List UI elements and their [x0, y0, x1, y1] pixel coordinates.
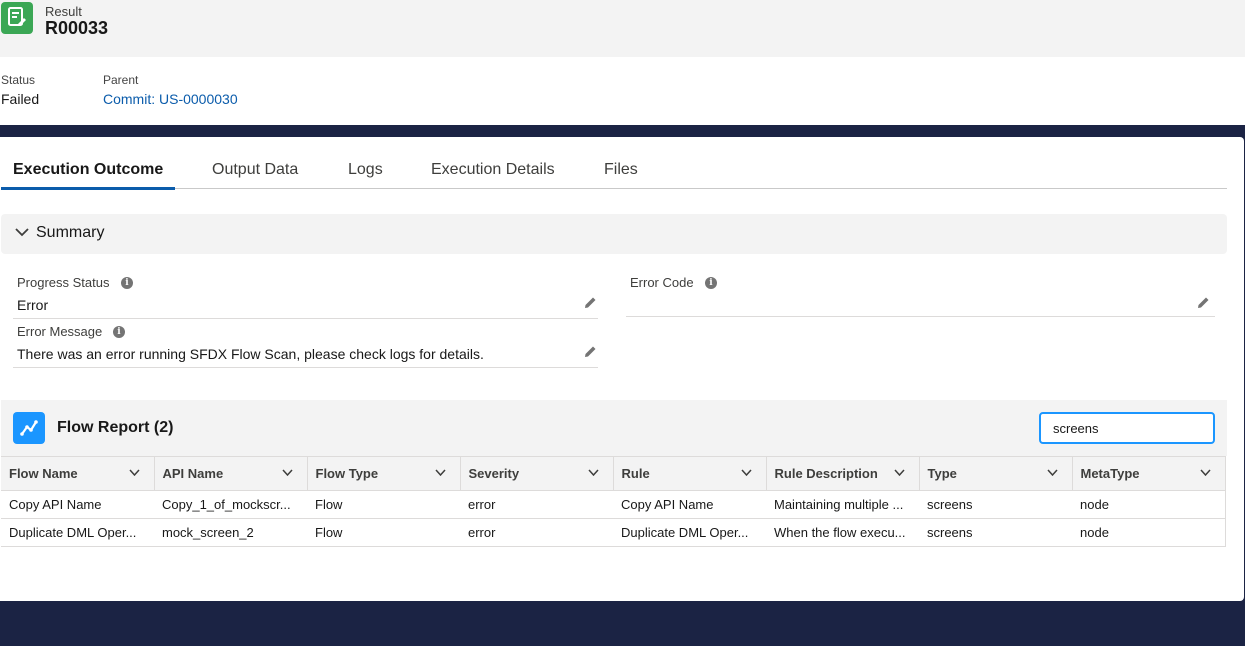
- flow-report-icon: [13, 412, 45, 444]
- column-header-label: Severity: [468, 466, 520, 481]
- table-cell: node: [1072, 518, 1226, 547]
- column-header[interactable]: Flow Name: [1, 456, 155, 491]
- progress-status-value: Error: [17, 297, 49, 313]
- column-header[interactable]: Rule Description: [766, 456, 920, 491]
- column-header-label: Rule Description: [774, 466, 878, 481]
- table-cell: Duplicate DML Oper...: [613, 518, 766, 547]
- table-cell: error: [460, 518, 613, 547]
- column-header[interactable]: Type: [919, 456, 1073, 491]
- table-row[interactable]: Duplicate DML Oper... mock_screen_2 Flow…: [1, 518, 1226, 547]
- chevron-down-icon[interactable]: [128, 469, 140, 476]
- table-cell: screens: [919, 518, 1072, 547]
- table-cell: screens: [919, 490, 1072, 519]
- info-icon[interactable]: i: [705, 277, 717, 289]
- chevron-down-icon[interactable]: [587, 469, 599, 476]
- error-code-field: Error Code i: [626, 275, 1215, 319]
- table-cell: mock_screen_2: [154, 518, 307, 547]
- record-header: Result R00033: [0, 0, 1245, 57]
- chevron-down-icon[interactable]: [434, 469, 446, 476]
- flow-report-table: Flow Name API Name Flow Type Severity Ru…: [1, 456, 1226, 547]
- table-cell: Flow: [307, 490, 460, 519]
- field-divider: [13, 318, 598, 319]
- parent-link[interactable]: Commit: US-0000030: [103, 91, 238, 107]
- column-header-label: Flow Type: [315, 466, 379, 481]
- highlights-panel: Status Failed Parent Commit: US-0000030: [0, 57, 1245, 125]
- main-card: Execution Outcome Output Data Logs Execu…: [0, 137, 1244, 601]
- tab-logs[interactable]: Logs: [336, 161, 395, 189]
- info-icon[interactable]: i: [121, 277, 133, 289]
- column-header-label: Flow Name: [9, 466, 78, 481]
- chevron-down-icon[interactable]: [281, 469, 293, 476]
- flow-report-title: Flow Report (2): [57, 419, 174, 436]
- error-message-field: Error Message i There was an error runni…: [13, 324, 598, 368]
- chevron-down-icon[interactable]: [893, 469, 905, 476]
- tab-bar: Execution Outcome Output Data Logs Execu…: [1, 151, 1227, 190]
- column-header-label: MetaType: [1080, 466, 1140, 481]
- table-cell: node: [1072, 490, 1226, 519]
- column-header[interactable]: Flow Type: [307, 456, 461, 491]
- summary-title: Summary: [36, 224, 105, 241]
- progress-status-field: Progress Status i Error: [13, 275, 598, 319]
- record-icon: [1, 2, 33, 34]
- progress-status-label: Progress Status: [17, 275, 110, 290]
- edit-pencil-icon[interactable]: [584, 296, 597, 309]
- tab-output-data[interactable]: Output Data: [200, 161, 310, 189]
- search-input[interactable]: [1039, 412, 1215, 444]
- table-cell: Copy_1_of_mockscr...: [154, 490, 307, 519]
- column-header[interactable]: Severity: [460, 456, 614, 491]
- column-header[interactable]: Rule: [613, 456, 767, 491]
- column-header-label: API Name: [162, 466, 224, 481]
- record-name: R00033: [45, 18, 109, 38]
- parent-label: Parent: [103, 73, 139, 87]
- table-cell: error: [460, 490, 613, 519]
- edit-pencil-icon[interactable]: [584, 345, 597, 358]
- status-value: Failed: [1, 91, 40, 107]
- field-divider: [626, 316, 1215, 317]
- error-code-label: Error Code: [630, 275, 694, 290]
- column-header[interactable]: API Name: [154, 456, 308, 491]
- table-cell: Copy API Name: [1, 490, 154, 519]
- column-header-label: Type: [927, 466, 957, 481]
- edit-pencil-icon[interactable]: [1197, 296, 1210, 309]
- field-divider: [13, 367, 598, 368]
- tab-execution-outcome[interactable]: Execution Outcome: [1, 161, 176, 190]
- flow-report-header: Flow Report (2): [1, 400, 1227, 456]
- table-cell: Copy API Name: [613, 490, 766, 519]
- table-cell: Flow: [307, 518, 460, 547]
- error-message-value: There was an error running SFDX Flow Sca…: [17, 346, 484, 362]
- table-cell: When the flow execu...: [766, 518, 919, 547]
- tab-execution-details[interactable]: Execution Details: [419, 161, 567, 189]
- column-header[interactable]: MetaType: [1072, 456, 1226, 491]
- status-label: Status: [1, 73, 36, 87]
- tab-files[interactable]: Files: [592, 161, 650, 189]
- table-header-row: Flow Name API Name Flow Type Severity Ru…: [1, 456, 1226, 491]
- info-icon[interactable]: i: [113, 326, 125, 338]
- chevron-down-icon[interactable]: [740, 469, 752, 476]
- summary-section-toggle[interactable]: Summary: [1, 214, 1227, 254]
- column-header-label: Rule: [621, 466, 650, 481]
- error-message-label: Error Message: [17, 324, 103, 339]
- table-row[interactable]: Copy API Name Copy_1_of_mockscr... Flow …: [1, 490, 1226, 519]
- chevron-down-icon[interactable]: [1199, 469, 1211, 476]
- chevron-down-icon[interactable]: [1046, 469, 1058, 476]
- chevron-down-icon: [15, 228, 29, 237]
- object-type-label: Result: [45, 4, 82, 19]
- table-cell: Duplicate DML Oper...: [1, 518, 154, 547]
- table-cell: Maintaining multiple ...: [766, 490, 919, 519]
